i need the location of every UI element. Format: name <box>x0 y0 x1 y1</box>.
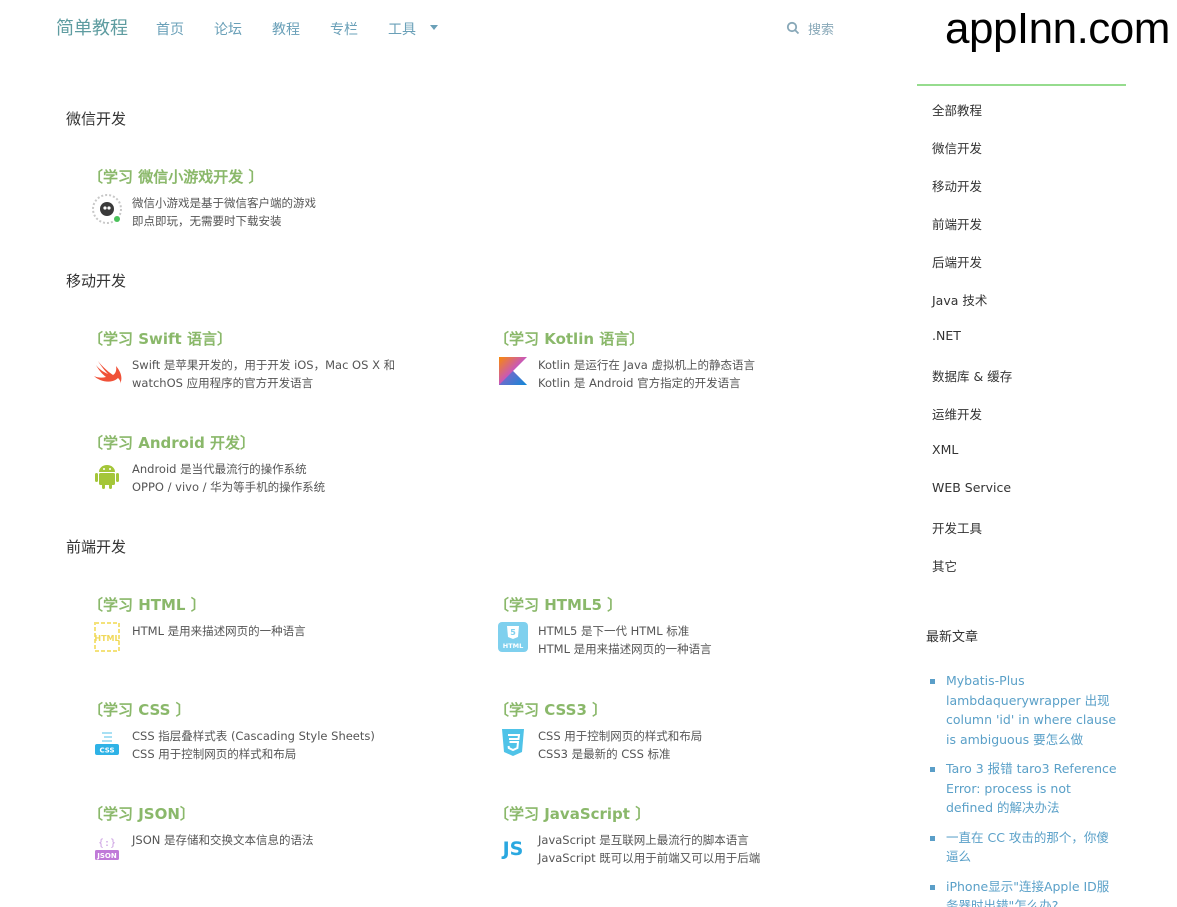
swift-icon <box>94 361 122 384</box>
recent-article-link[interactable]: Mybatis-Plus lambdaquerywrapper 出现 colum… <box>930 671 1120 749</box>
sidebar-accent-bar <box>917 84 1126 86</box>
css-icon: CSS <box>95 732 119 755</box>
course-desc: JSON 是存储和交换文本信息的语法 <box>132 833 314 847</box>
sidebar-item-ops[interactable]: 运维开发 <box>932 404 982 423</box>
recent-article-link[interactable]: Taro 3 报错 taro3 Reference Error: process… <box>930 759 1120 818</box>
sidebar-item-java[interactable]: Java 技术 <box>932 290 987 309</box>
course-title[interactable]: 〔学习 HTML5 〕 <box>494 594 622 615</box>
course-card[interactable]: 〔学习 Kotlin 语言〕 Kotlin 是运行在 Java 虚拟机上的静态语… <box>494 328 824 402</box>
nav-forum[interactable]: 论坛 <box>214 19 242 39</box>
sidebar-item-frontend[interactable]: 前端开发 <box>932 214 982 233</box>
watermark-text: appInn.com <box>945 4 1170 53</box>
recent-article-link[interactable]: iPhone显示"连接Apple ID服务器时出错"怎么办? <box>930 877 1120 907</box>
course-title[interactable]: 〔学习 CSS3 〕 <box>494 699 607 720</box>
svg-text:{:}: {:} <box>98 838 116 849</box>
course-card[interactable]: 〔学习 JavaScript 〕 JS JavaScript 是互联网上最流行的… <box>494 803 824 877</box>
section-title-mobile: 移动开发 <box>66 272 127 290</box>
nav-tutorials[interactable]: 教程 <box>272 19 300 39</box>
course-title[interactable]: 〔学习 CSS 〕 <box>88 699 191 720</box>
course-title[interactable]: 〔学习 JavaScript 〕 <box>494 803 650 824</box>
course-card[interactable]: 〔学习 CSS3 〕 CSS 用于控制网页的样式和布局 CSS3 是最新的 CS… <box>494 699 824 773</box>
chevron-down-icon[interactable] <box>430 25 438 30</box>
svg-text:HTML: HTML <box>94 634 119 643</box>
course-desc: HTML 是用来描述网页的一种语言 <box>132 624 306 638</box>
course-desc: Swift 是苹果开发的，用于开发 iOS，Mac OS X 和 watchOS… <box>132 358 396 390</box>
html5-icon: 5 HTML <box>498 622 528 652</box>
svg-text:5: 5 <box>510 628 516 637</box>
course-card[interactable]: 〔学习 Android 开发〕 Android 是当代最流行的操作系统 OPPO… <box>88 432 418 506</box>
recent-articles-title: 最新文章 <box>926 630 979 645</box>
recent-articles-list: Mybatis-Plus lambdaquerywrapper 出现 colum… <box>930 671 1120 907</box>
nav-home[interactable]: 首页 <box>156 19 184 39</box>
course-desc: JavaScript 是互联网上最流行的脚本语言 JavaScript 既可以用… <box>538 833 761 865</box>
svg-text:HTML: HTML <box>503 642 523 650</box>
json-icon: {:} JSON <box>95 838 119 860</box>
course-title[interactable]: 〔学习 Swift 语言〕 <box>88 328 232 349</box>
course-card[interactable]: 〔学习 CSS 〕 CSS CSS 指层叠样式表 (Cascading Styl… <box>88 699 418 773</box>
wechat-minigame-icon <box>92 194 122 224</box>
sidebar-item-dotnet[interactable]: .NET <box>932 328 961 343</box>
course-card[interactable]: 〔学习 HTML 〕 HTML HTML 是用来描述网页的一种语言 <box>88 594 418 668</box>
course-title[interactable]: 〔学习 HTML 〕 <box>88 594 206 615</box>
javascript-icon: JS <box>501 838 524 860</box>
sidebar-item-xml[interactable]: XML <box>932 442 958 457</box>
course-title[interactable]: 〔学习 Android 开发〕 <box>88 432 255 453</box>
search-icon <box>786 21 800 35</box>
section-title-wechat: 微信开发 <box>66 110 127 128</box>
android-icon <box>95 465 119 489</box>
top-nav: 简单教程 首页 论坛 教程 专栏 工具 搜索 appInn.com <box>0 0 1177 56</box>
sidebar-item-backend[interactable]: 后端开发 <box>932 252 982 271</box>
course-desc: 微信小游戏是基于微信客户端的游戏 即点即玩，无需要时下载安装 <box>132 196 316 228</box>
course-card[interactable]: 〔学习 Swift 语言〕 Swift 是苹果开发的，用于开发 iOS，Mac … <box>88 328 418 402</box>
nav-tools[interactable]: 工具 <box>388 19 416 39</box>
recent-article-link[interactable]: 一直在 CC 攻击的那个，你傻逼么 <box>930 828 1120 867</box>
course-title[interactable]: 〔学习 JSON〕 <box>88 803 195 824</box>
search-button[interactable]: 搜索 <box>786 18 834 38</box>
kotlin-icon <box>499 357 527 385</box>
sidebar-item-all[interactable]: 全部教程 <box>932 100 982 119</box>
sidebar-item-database[interactable]: 数据库 & 缓存 <box>932 366 1012 385</box>
sidebar-item-wechat[interactable]: 微信开发 <box>932 138 982 157</box>
sidebar-item-webservice[interactable]: WEB Service <box>932 480 1011 495</box>
html-icon: HTML <box>94 622 120 652</box>
svg-text:CSS: CSS <box>99 747 114 755</box>
css3-icon <box>502 729 524 756</box>
sidebar-item-other[interactable]: 其它 <box>932 556 957 575</box>
course-desc: Android 是当代最流行的操作系统 OPPO / vivo / 华为等手机的… <box>132 462 326 494</box>
sidebar-item-mobile[interactable]: 移动开发 <box>932 176 982 195</box>
nav-columns[interactable]: 专栏 <box>330 19 358 39</box>
search-label: 搜索 <box>808 22 835 38</box>
course-card[interactable]: 〔学习 JSON〕 {:} JSON JSON 是存储和交换文本信息的语法 <box>88 803 418 877</box>
sidebar-item-devtools[interactable]: 开发工具 <box>932 518 982 537</box>
svg-text:JSON: JSON <box>96 852 117 860</box>
svg-text:JS: JS <box>501 838 524 860</box>
course-card[interactable]: 〔学习 微信小游戏开发 〕 微信小游戏是基于微信客户端的游戏 即点即玩，无需要时… <box>88 166 418 240</box>
course-desc: Kotlin 是运行在 Java 虚拟机上的静态语言 Kotlin 是 Andr… <box>538 358 755 390</box>
course-desc: HTML5 是下一代 HTML 标准 HTML 是用来描述网页的一种语言 <box>538 624 712 656</box>
course-card[interactable]: 〔学习 HTML5 〕 5 HTML HTML5 是下一代 HTML 标准 HT… <box>494 594 824 668</box>
course-title[interactable]: 〔学习 微信小游戏开发 〕 <box>88 166 263 187</box>
course-desc: CSS 用于控制网页的样式和布局 CSS3 是最新的 CSS 标准 <box>538 729 703 761</box>
course-title[interactable]: 〔学习 Kotlin 语言〕 <box>494 328 644 349</box>
section-title-frontend: 前端开发 <box>66 538 127 556</box>
site-logo[interactable]: 简单教程 <box>56 14 128 40</box>
course-desc: CSS 指层叠样式表 (Cascading Style Sheets) CSS … <box>132 729 375 761</box>
